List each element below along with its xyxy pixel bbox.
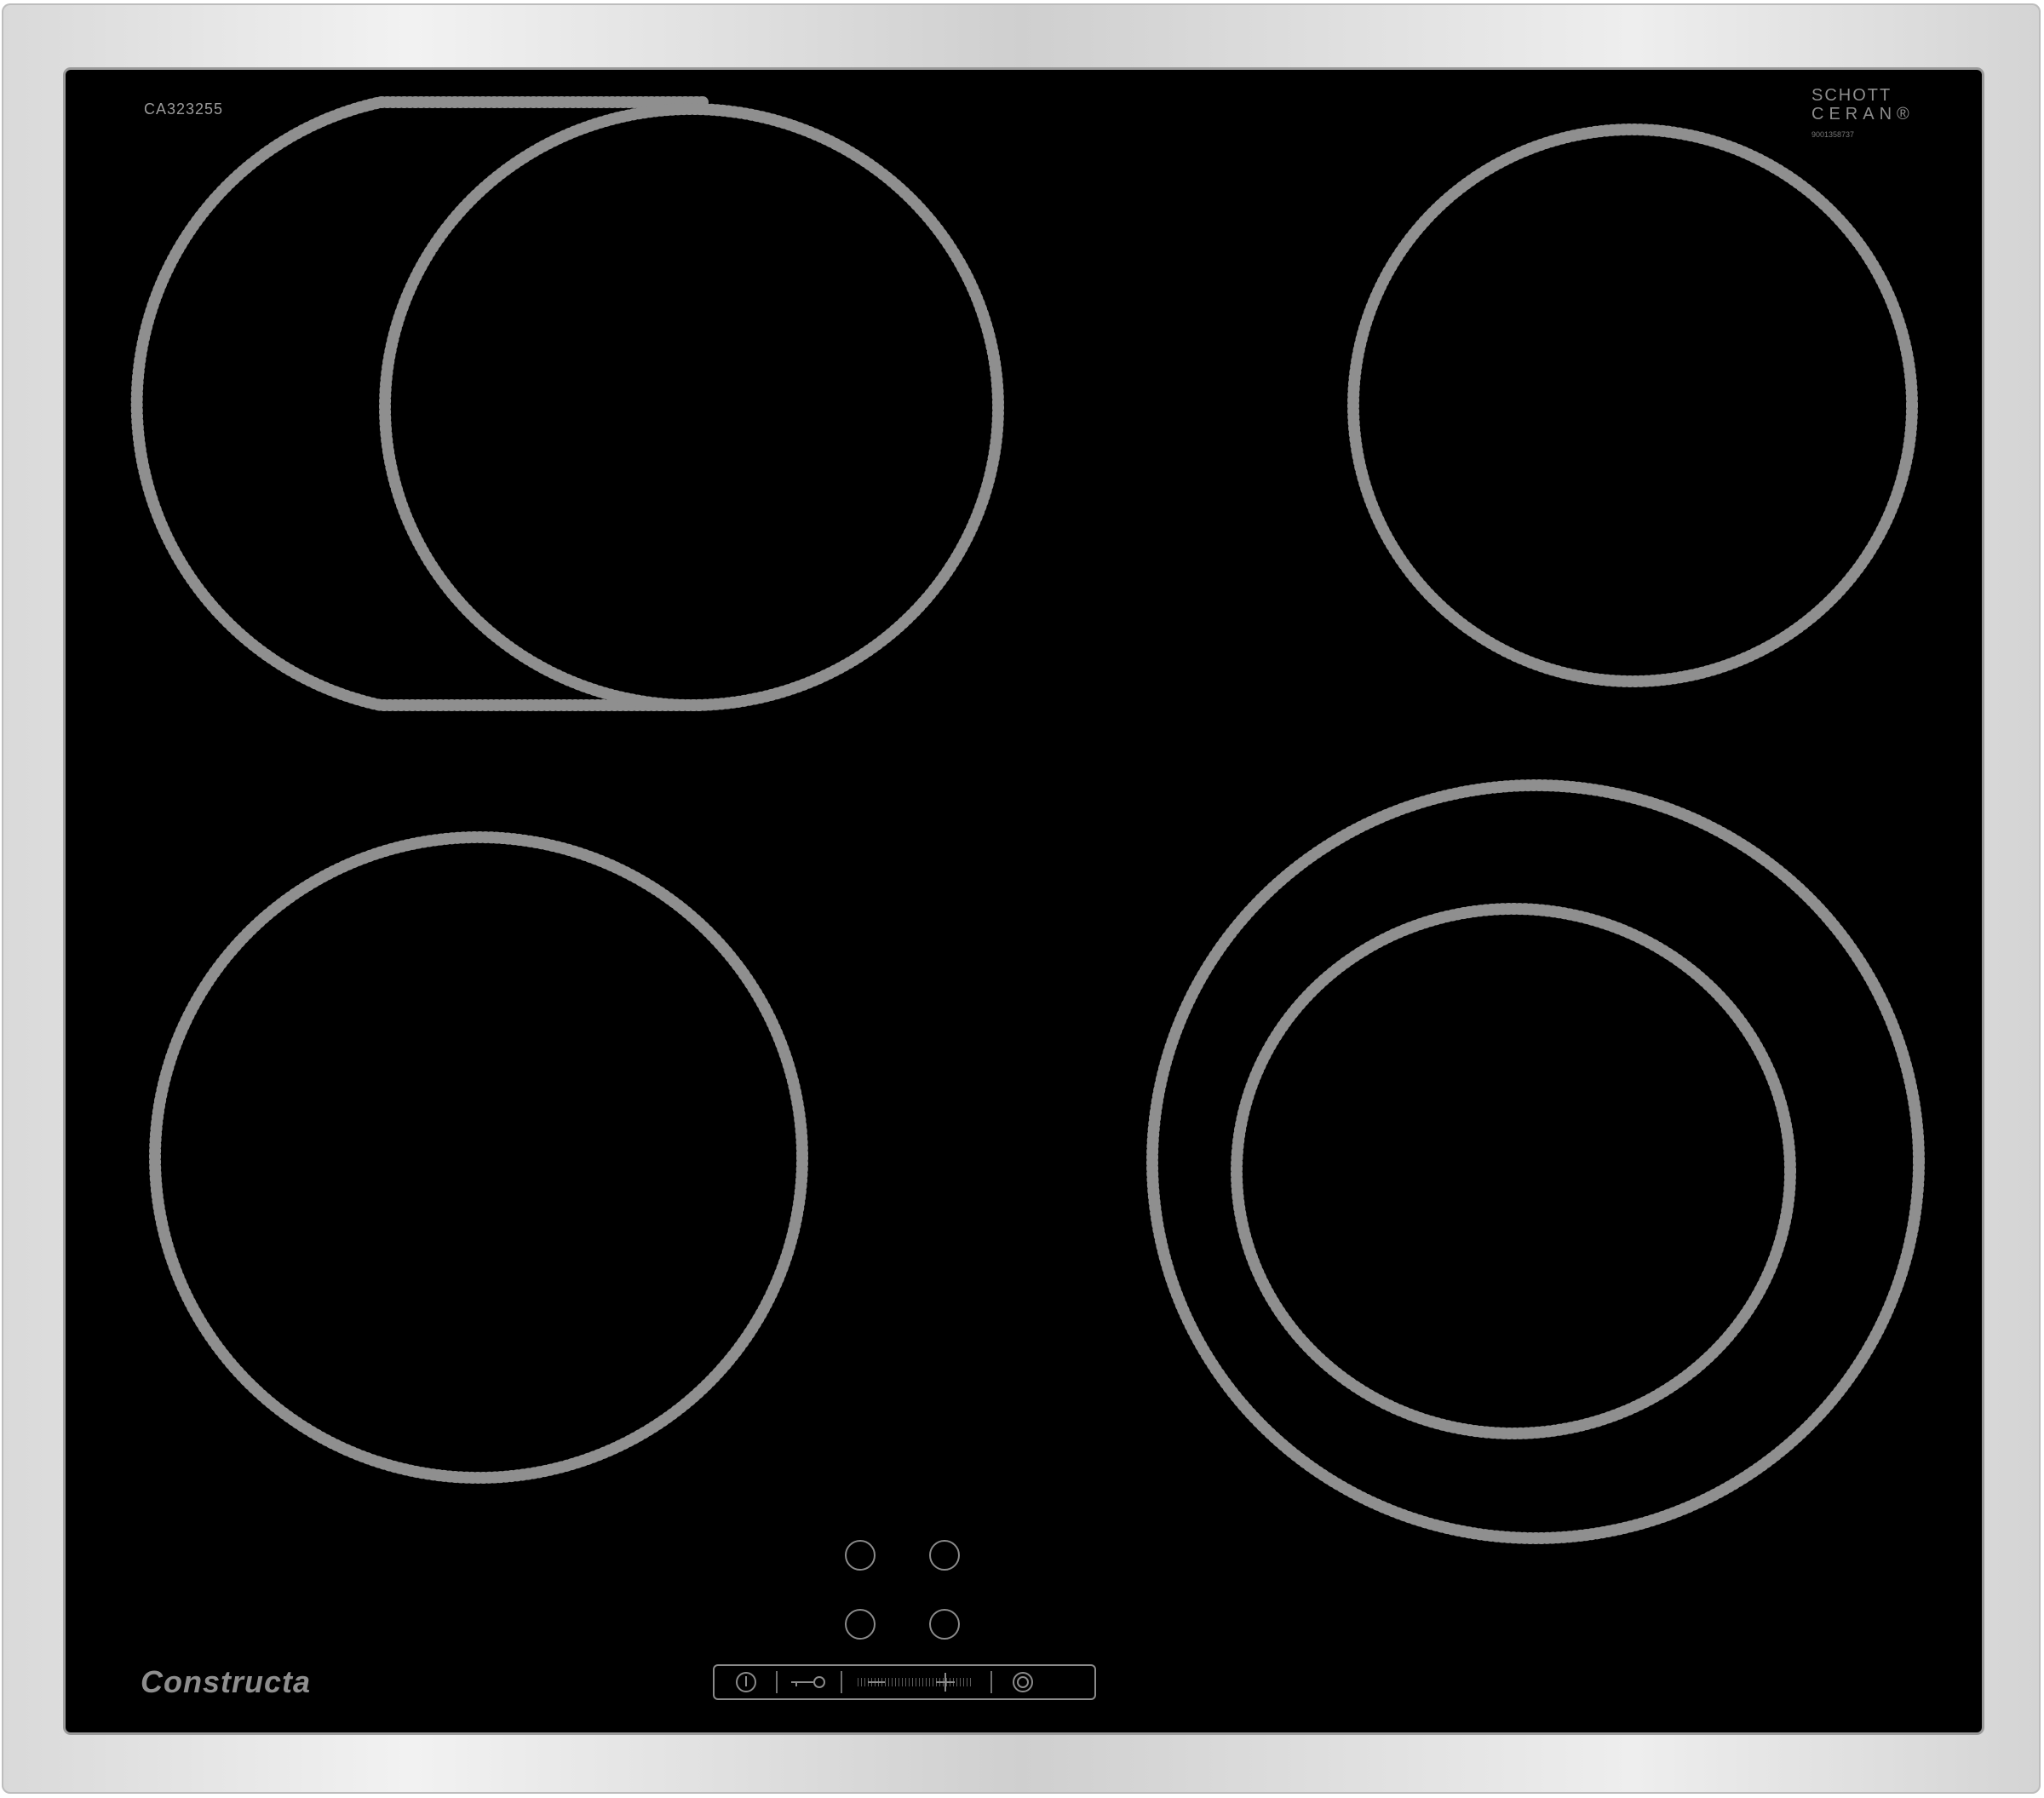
cooktop-frame: CA323255 SCHOTT CERAN® 9001358737 Constr… [2,3,2041,1794]
divider [841,1671,842,1693]
touch-control-panel [713,1664,1096,1700]
key-lock-icon [791,1676,825,1688]
cooking-zones [130,96,1925,1544]
ceramic-glass-surface: CA323255 SCHOTT CERAN® 9001358737 Constr… [66,70,1982,1732]
zone-select-button[interactable] [1011,1671,1035,1693]
front-right-inner-zone[interactable] [1231,903,1796,1439]
child-lock-button[interactable] [789,1671,827,1693]
front-right-outer-zone[interactable] [1146,779,1925,1544]
divider [776,1671,778,1693]
slider-track [858,1673,972,1692]
power-icon [736,1672,756,1692]
zone-indicator-front-left [845,1609,876,1640]
power-level-slider[interactable] [851,1671,979,1693]
back-left-inner-zone[interactable] [379,103,1004,711]
back-right-zone[interactable] [1347,124,1918,687]
power-button[interactable] [735,1671,757,1693]
divider [990,1671,992,1693]
zone-indicator-front-right [929,1609,960,1640]
constructa-logo: Constructa [141,1664,312,1699]
plus-icon [936,1673,955,1692]
front-left-zone[interactable] [149,831,808,1484]
zone-select-icon [1013,1672,1033,1692]
back-left-oval-zone[interactable] [130,96,709,711]
zone-indicator-back-left [845,1540,876,1571]
zone-indicator-back-right [929,1540,960,1571]
